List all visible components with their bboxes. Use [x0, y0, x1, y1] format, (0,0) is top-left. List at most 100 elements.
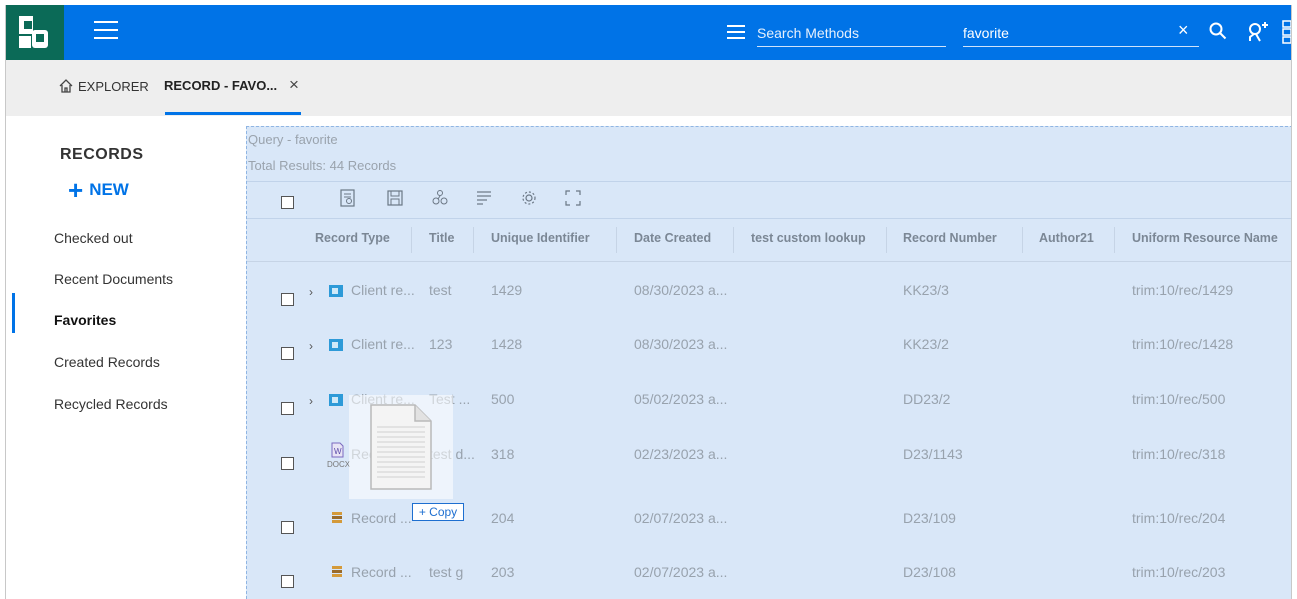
expand-row-chevron-icon[interactable]: ›: [309, 339, 313, 353]
column-divider[interactable]: [616, 227, 617, 253]
copy-drop-badge: + Copy: [412, 503, 464, 521]
results-panel: Query - favorite Total Results: 44 Recor…: [246, 126, 1291, 599]
cell-unique-identifier: 204: [491, 510, 515, 526]
wrap-text-icon[interactable]: [475, 189, 493, 207]
column-divider[interactable]: [411, 227, 412, 253]
cell-uniform-resource-name: trim:10/rec/203: [1132, 564, 1226, 580]
column-header-author21[interactable]: Author21: [1039, 231, 1094, 245]
cell-date-created: 05/02/2023 a...: [634, 391, 728, 407]
home-icon: [59, 79, 73, 93]
settings-icon[interactable]: [520, 189, 538, 207]
cell-unique-identifier: 203: [491, 564, 515, 580]
cell-record-number: DD23/2: [903, 391, 951, 407]
search-methods-menu-icon[interactable]: [727, 25, 745, 39]
total-results-label: Total Results: 44 Records: [248, 158, 397, 173]
svg-text:W: W: [334, 447, 342, 456]
divider: [247, 218, 1291, 219]
sidebar: RECORDS + NEW Checked out Recent Documen…: [6, 116, 228, 599]
client-record-icon: [329, 394, 343, 406]
cell-date-created: 08/30/2023 a...: [634, 282, 728, 298]
cell-date-created: 02/07/2023 a...: [634, 564, 728, 580]
expand-row-chevron-icon[interactable]: ›: [309, 285, 313, 299]
cell-record-type: Client re...: [351, 282, 415, 298]
save-icon[interactable]: [386, 189, 404, 207]
link-icon[interactable]: [431, 189, 451, 207]
cell-title: test g: [429, 564, 464, 580]
search-methods-input[interactable]: [757, 19, 946, 47]
column-divider[interactable]: [473, 227, 474, 253]
tab-explorer-label: EXPLORER: [78, 78, 149, 94]
sidebar-title: RECORDS: [60, 146, 144, 163]
close-tab-icon[interactable]: ×: [289, 75, 299, 95]
column-header-unique-identifier[interactable]: Unique Identifier: [491, 231, 590, 245]
row-checkbox[interactable]: [281, 521, 294, 534]
records-logo-icon: [19, 16, 48, 48]
cell-unique-identifier: 1429: [491, 282, 523, 298]
cell-title: test: [429, 282, 452, 298]
row-checkbox[interactable]: [281, 575, 294, 588]
app-window: × EXPLORER RECORD - FAVO... ×: [5, 5, 1292, 599]
column-header-uniform-resource-name[interactable]: Uniform Resource Name: [1132, 231, 1278, 245]
cell-uniform-resource-name: trim:10/rec/1429: [1132, 282, 1234, 298]
cell-title: 123: [429, 336, 453, 352]
column-header-record-type[interactable]: Record Type: [315, 231, 390, 245]
sidebar-item-recycled-records[interactable]: Recycled Records: [54, 396, 168, 412]
cell-record-type: Record ...: [351, 564, 412, 580]
column-divider[interactable]: [733, 227, 734, 253]
row-checkbox[interactable]: [281, 402, 294, 415]
column-header-record-number[interactable]: Record Number: [903, 231, 997, 245]
dragged-document-icon: [370, 404, 432, 490]
tab-record-label: RECORD - FAVO...: [164, 78, 278, 93]
user-add-icon[interactable]: [1246, 19, 1270, 43]
query-label: Query - favorite: [248, 132, 338, 147]
cell-record-type: Client re...: [351, 336, 415, 352]
main-menu-button[interactable]: [94, 21, 118, 43]
client-record-icon: [329, 339, 343, 351]
expand-icon[interactable]: [564, 189, 582, 207]
app-logo[interactable]: [6, 5, 64, 60]
sidebar-item-created-records[interactable]: Created Records: [54, 354, 160, 370]
cell-date-created: 02/07/2023 a...: [634, 510, 728, 526]
column-divider[interactable]: [886, 227, 887, 253]
record-document-icon: [332, 566, 342, 577]
clear-search-icon[interactable]: ×: [1178, 20, 1189, 41]
new-label: NEW: [89, 180, 129, 199]
active-tab-indicator: [165, 112, 301, 115]
select-all-checkbox[interactable]: [281, 196, 294, 209]
cell-uniform-resource-name: trim:10/rec/204: [1132, 510, 1226, 526]
tab-explorer[interactable]: EXPLORER: [58, 78, 149, 94]
view-properties-icon[interactable]: [339, 189, 357, 207]
record-document-icon: [332, 512, 342, 523]
tab-strip: EXPLORER RECORD - FAVO... ×: [6, 60, 1291, 116]
divider: [247, 261, 1291, 262]
top-bar: ×: [6, 5, 1291, 60]
plus-icon: +: [68, 175, 84, 205]
row-checkbox[interactable]: [281, 457, 294, 470]
cell-unique-identifier: 1428: [491, 336, 523, 352]
sidebar-item-favorites[interactable]: Favorites: [54, 312, 116, 328]
column-header-test-custom-lookup[interactable]: test custom lookup: [751, 231, 866, 245]
cell-unique-identifier: 500: [491, 391, 515, 407]
search-query-input[interactable]: [963, 19, 1199, 47]
tab-record-favorites[interactable]: RECORD - FAVO...: [164, 78, 277, 93]
row-checkbox[interactable]: [281, 293, 294, 306]
cell-date-created: 02/23/2023 a...: [634, 446, 728, 462]
divider: [247, 181, 1291, 182]
sidebar-item-recent-documents[interactable]: Recent Documents: [54, 271, 173, 287]
sidebar-item-checked-out[interactable]: Checked out: [54, 230, 133, 246]
search-icon[interactable]: [1209, 22, 1227, 40]
new-record-button[interactable]: + NEW: [68, 175, 129, 205]
column-divider[interactable]: [1114, 227, 1115, 253]
row-checkbox[interactable]: [281, 347, 294, 360]
apps-grid-icon[interactable]: [1282, 19, 1292, 45]
cell-record-number: D23/108: [903, 564, 956, 580]
docx-label: DOCX: [327, 460, 351, 469]
expand-row-chevron-icon[interactable]: ›: [309, 394, 313, 408]
cell-date-created: 08/30/2023 a...: [634, 336, 728, 352]
column-header-date-created[interactable]: Date Created: [634, 231, 711, 245]
column-divider[interactable]: [1022, 227, 1023, 253]
client-record-icon: [329, 285, 343, 297]
cell-uniform-resource-name: trim:10/rec/1428: [1132, 336, 1234, 352]
column-header-title[interactable]: Title: [429, 231, 454, 245]
cell-uniform-resource-name: trim:10/rec/500: [1132, 391, 1226, 407]
